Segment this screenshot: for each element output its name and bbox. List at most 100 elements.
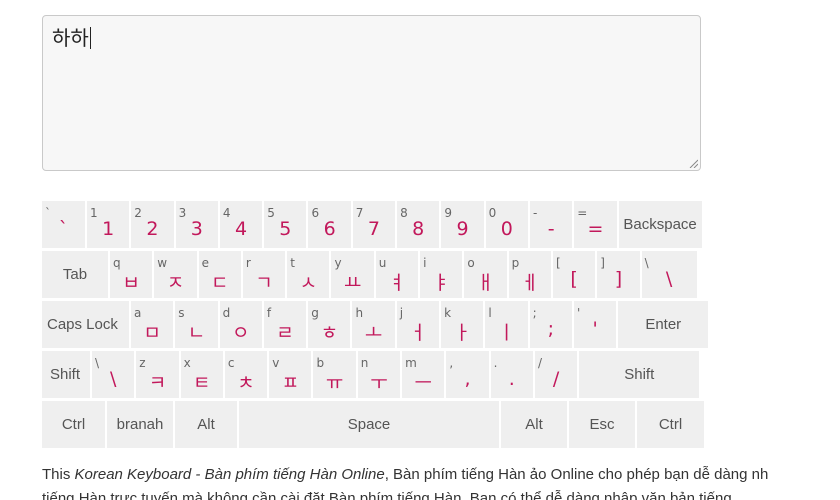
virtual-keyboard: ` ` 1 1 2 2 3 3 4 4 5 5 6 6 7 7 8 8 9 9 0 0- - = = Backspace Tab q… bbox=[42, 201, 709, 448]
space-key[interactable]: Space bbox=[239, 401, 499, 448]
key-main-label: 4 bbox=[234, 218, 248, 240]
key-row2-0[interactable]: qㅂ bbox=[110, 251, 153, 298]
key-row3-5[interactable]: hㅗ bbox=[352, 301, 395, 348]
tab-key[interactable]: Tab bbox=[42, 251, 108, 298]
key-main-label: , bbox=[464, 368, 471, 390]
key-row1-0[interactable]: ` ` bbox=[42, 201, 85, 248]
description-rest: , Bàn phím tiếng Hàn ảo Online cho phép … bbox=[384, 466, 769, 483]
key-main-label: ' bbox=[592, 318, 598, 340]
key-row2-5[interactable]: yㅛ bbox=[331, 251, 374, 298]
key-main-label: ㅣ bbox=[497, 322, 516, 344]
key-row3-7[interactable]: kㅏ bbox=[441, 301, 484, 348]
key-row1-4[interactable]: 44 bbox=[219, 201, 263, 248]
key-main-label: ㅜ bbox=[370, 372, 388, 394]
key-main-label: [ bbox=[570, 268, 578, 290]
key-main-label: ㅓ bbox=[409, 322, 427, 344]
key-row1-10[interactable]: 00 bbox=[485, 201, 528, 248]
text-editor[interactable]: 하하 bbox=[42, 15, 701, 171]
key-main-label: ㄷ bbox=[211, 272, 229, 294]
caps-lock-key[interactable]: Caps Lock bbox=[42, 301, 129, 348]
key-row3-2[interactable]: dㅇ bbox=[219, 301, 262, 348]
shift-right-key[interactable]: Shift bbox=[579, 351, 700, 398]
key-row4-0[interactable]: \ \ bbox=[92, 351, 135, 398]
key-main-label: ㅡ bbox=[414, 372, 432, 394]
key-row4-8[interactable]: ,, bbox=[446, 351, 489, 398]
key-main-label: ㅂ bbox=[122, 272, 140, 294]
editor-text: 하하 bbox=[52, 26, 89, 50]
key-row1-7[interactable]: 77 bbox=[352, 201, 396, 248]
key-main-label: ㅎ bbox=[320, 322, 339, 344]
branah-key[interactable]: branah bbox=[107, 401, 173, 448]
key-main-label: ㅈ bbox=[166, 272, 185, 294]
key-main-label: ㅑ bbox=[432, 272, 450, 294]
description-line-2: tiếng Hàn trực tuyến mà không cần cài đặ… bbox=[42, 490, 732, 500]
key-row1-12[interactable]: = = bbox=[574, 201, 617, 248]
key-row3-8[interactable]: lㅣ bbox=[485, 301, 528, 348]
key-main-label: - bbox=[547, 218, 555, 240]
enter-key[interactable]: Enter bbox=[618, 301, 709, 348]
key-row2-6[interactable]: uㅕ bbox=[375, 251, 419, 298]
key-row3-1[interactable]: sㄴ bbox=[175, 301, 218, 348]
key-row2-9[interactable]: pㅔ bbox=[508, 251, 551, 298]
key-row3-4[interactable]: gㅎ bbox=[308, 301, 351, 348]
key-row1-3[interactable]: 33 bbox=[175, 201, 218, 248]
key-main-label: ㅔ bbox=[521, 272, 539, 294]
key-main-label: ㅅ bbox=[299, 272, 318, 294]
ctrl-left-key[interactable]: Ctrl bbox=[42, 401, 105, 448]
key-row2-1[interactable]: wㅈ bbox=[154, 251, 197, 298]
description-text: This Korean Keyboard - Bàn phím tiếng Hà… bbox=[42, 466, 840, 483]
key-row1-1[interactable]: 11 bbox=[87, 201, 130, 248]
key-row3-9[interactable]: ;; bbox=[529, 301, 572, 348]
resize-grip-icon[interactable] bbox=[689, 159, 698, 168]
esc-key[interactable]: Esc bbox=[569, 401, 635, 448]
key-main-label: \ bbox=[665, 268, 673, 290]
key-row3-10[interactable]: ' ' bbox=[573, 301, 617, 348]
key-row1-5[interactable]: 55 bbox=[264, 201, 307, 248]
key-row4-3[interactable]: cㅊ bbox=[224, 351, 268, 398]
text-caret bbox=[89, 27, 91, 49]
key-row3-3[interactable]: fㄹ bbox=[263, 301, 307, 348]
key-main-label: 9 bbox=[456, 218, 469, 240]
key-row1-11[interactable]: -- bbox=[529, 201, 573, 248]
key-row2-4[interactable]: tㅅ bbox=[287, 251, 330, 298]
description-lead: This bbox=[42, 466, 75, 483]
key-row1-9[interactable]: 99 bbox=[441, 201, 484, 248]
key-row4-4[interactable]: vㅍ bbox=[269, 351, 312, 398]
key-main-label: ㅌ bbox=[193, 372, 211, 394]
keyboard-row-bottom: Shift \ \ z ㅋ x ㅌ c ㅊ v ㅍ b ㅠ n ㅜ m ㅡ,,.. / / Shift bbox=[42, 351, 704, 398]
key-row4-1[interactable]: zㅋ bbox=[136, 351, 179, 398]
key-row4-6[interactable]: nㅜ bbox=[357, 351, 401, 398]
key-row2-7[interactable]: iㅑ bbox=[420, 251, 463, 298]
key-row3-0[interactable]: aㅁ bbox=[131, 301, 174, 348]
key-row4-7[interactable]: mㅡ bbox=[402, 351, 445, 398]
key-row1-6[interactable]: 66 bbox=[308, 201, 351, 248]
shift-left-key[interactable]: Shift bbox=[42, 351, 90, 398]
ctrl-right-key[interactable]: Ctrl bbox=[637, 401, 704, 448]
key-row4-9[interactable]: .. bbox=[490, 351, 533, 398]
key-main-label: ㄹ bbox=[276, 322, 294, 344]
backspace-key[interactable]: Backspace bbox=[618, 201, 702, 248]
key-main-label: ㅁ bbox=[143, 322, 161, 344]
key-row4-5[interactable]: bㅠ bbox=[313, 351, 356, 398]
key-row4-10[interactable]: / / bbox=[534, 351, 578, 398]
key-row2-10[interactable]: [[ bbox=[552, 251, 596, 298]
key-row1-8[interactable]: 88 bbox=[397, 201, 440, 248]
key-row2-3[interactable]: rㄱ bbox=[242, 251, 286, 298]
key-main-label: 0 bbox=[500, 218, 513, 240]
key-main-label: ㅇ bbox=[232, 322, 250, 344]
key-main-label: . bbox=[508, 368, 515, 390]
key-main-label: 3 bbox=[190, 218, 203, 240]
key-row2-2[interactable]: eㄷ bbox=[198, 251, 241, 298]
key-main-label: 8 bbox=[412, 218, 425, 240]
alt-right-key[interactable]: Alt bbox=[501, 401, 567, 448]
key-main-label: ㄱ bbox=[255, 272, 273, 294]
key-row2-11[interactable]: ]] bbox=[597, 251, 640, 298]
key-row4-2[interactable]: xㅌ bbox=[180, 351, 223, 398]
key-row3-6[interactable]: jㅓ bbox=[396, 301, 440, 348]
key-main-label: 6 bbox=[323, 218, 336, 240]
key-main-label: ㅍ bbox=[281, 372, 300, 394]
key-row2-12[interactable]: \ \ bbox=[641, 251, 697, 298]
key-row1-2[interactable]: 22 bbox=[131, 201, 174, 248]
alt-left-key[interactable]: Alt bbox=[175, 401, 237, 448]
key-row2-8[interactable]: oㅐ bbox=[464, 251, 507, 298]
